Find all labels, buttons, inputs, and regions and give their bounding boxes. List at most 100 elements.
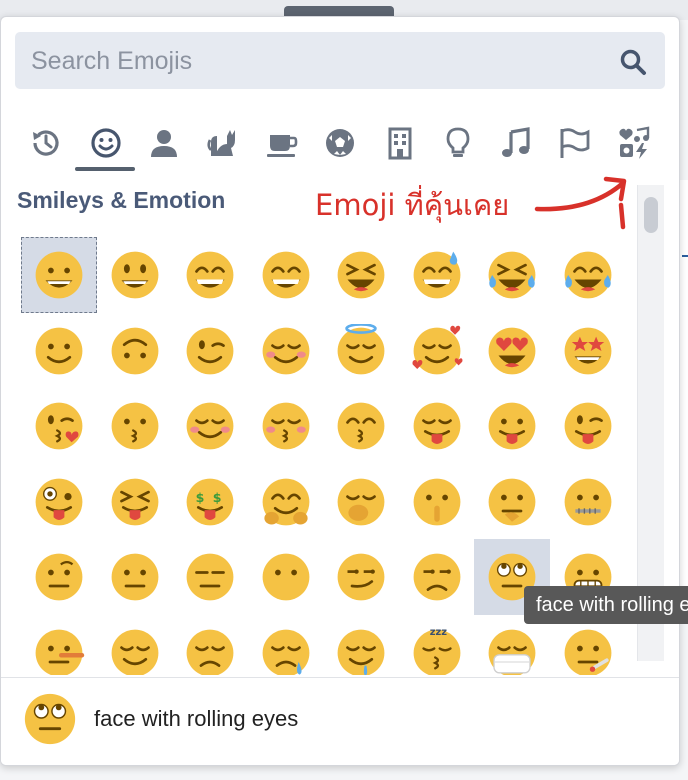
history-icon: [33, 130, 59, 156]
emoji-rofl[interactable]: [474, 237, 550, 313]
heart-eyes-icon: [488, 327, 536, 374]
tab-objects[interactable]: [429, 117, 487, 169]
emoji-grin[interactable]: [248, 237, 324, 313]
kissing-closed-eyes-icon: [262, 402, 309, 450]
emoji-smirk[interactable]: [323, 539, 399, 615]
emoji-stuck-out-tongue[interactable]: [474, 388, 550, 464]
emoji-hugging[interactable]: [248, 464, 324, 540]
section-title: Smileys & Emotion: [17, 187, 226, 213]
tab-custom[interactable]: [605, 117, 663, 169]
smirk-icon: [337, 553, 385, 601]
emoji-expressionless[interactable]: [172, 539, 248, 615]
lightbulb-icon: [446, 127, 470, 157]
emoji-blush[interactable]: [248, 313, 324, 389]
innocent-icon: [337, 323, 385, 374]
emoji-slight-smile[interactable]: [21, 313, 97, 389]
emoji-grinning[interactable]: [21, 237, 97, 313]
joy-icon: [564, 251, 611, 299]
emoji-kissing-smiling-eyes[interactable]: [323, 388, 399, 464]
emoji-kissing-closed-eyes[interactable]: [248, 388, 324, 464]
sleeping-icon: zzz: [413, 627, 460, 675]
scrollbar-thumb[interactable]: [644, 197, 658, 233]
emoji-relieved[interactable]: [97, 615, 173, 675]
tooltip: face with rolling eyes: [524, 586, 688, 624]
emoji-smile[interactable]: [172, 237, 248, 313]
emoji-joy[interactable]: [550, 237, 626, 313]
emoji-wink[interactable]: [172, 313, 248, 389]
emoji-stuck-out-tongue-closed[interactable]: [97, 464, 173, 540]
emoji-neutral[interactable]: [97, 539, 173, 615]
emoji-raised-eyebrow[interactable]: [21, 539, 97, 615]
emoji-sweat-smile[interactable]: [399, 237, 475, 313]
emoji-zany[interactable]: [21, 464, 97, 540]
stuck-out-tongue-wink-icon: [564, 402, 611, 450]
emoji-unamused[interactable]: [399, 539, 475, 615]
emoji-money-mouth[interactable]: $ $: [172, 464, 248, 540]
expressionless-icon: [186, 553, 234, 601]
svg-text:$: $: [196, 490, 205, 505]
emoji-laughing[interactable]: [323, 237, 399, 313]
emoji-hand-over-mouth[interactable]: [323, 464, 399, 540]
emoji-star-struck[interactable]: [550, 313, 626, 389]
zany-icon: [35, 478, 83, 525]
money-mouth-icon: $ $: [186, 478, 234, 525]
flag-icon: [560, 128, 590, 158]
emoji-kissing-heart[interactable]: [21, 388, 97, 464]
tab-symbols[interactable]: [487, 117, 545, 169]
emoji-picker: Smileys & Emotion Emoji ที่คุ้นเคย $$zzz…: [0, 16, 680, 766]
kissing-heart-icon: [35, 402, 83, 450]
tab-animals[interactable]: [193, 117, 251, 169]
relieved-icon: [111, 629, 158, 675]
emoji-shushing[interactable]: [399, 464, 475, 540]
smiling-hearts-icon: [411, 325, 462, 374]
shushing-icon: [413, 478, 460, 525]
search-icon[interactable]: [619, 48, 647, 76]
smiley-icon: [111, 251, 158, 299]
emoji-drooling[interactable]: [323, 615, 399, 675]
slight-smile-icon: [35, 327, 83, 374]
emoji-yum[interactable]: [399, 388, 475, 464]
emoji-thinking[interactable]: [474, 464, 550, 540]
tab-people[interactable]: [135, 117, 193, 169]
preview-bar: face with rolling eyes: [1, 677, 679, 765]
search-bar: [15, 32, 665, 91]
neutral-icon: [111, 553, 158, 601]
music-note-icon: [502, 127, 530, 157]
tab-smileys[interactable]: [77, 117, 135, 169]
emoji-no-mouth[interactable]: [248, 539, 324, 615]
background-panel: [680, 180, 688, 600]
tooltip-text: face with rolling eyes: [536, 593, 688, 616]
custom-emoji-icon: [619, 126, 650, 159]
emoji-upside-down[interactable]: [97, 313, 173, 389]
emoji-pensive[interactable]: [172, 615, 248, 675]
tab-activities[interactable]: [311, 117, 369, 169]
emoji-heart-eyes[interactable]: [474, 313, 550, 389]
emoji-smiley[interactable]: [97, 237, 173, 313]
emoji-sleeping[interactable]: zzz: [399, 615, 475, 675]
thinking-icon: [488, 478, 536, 525]
emoji-innocent[interactable]: [323, 313, 399, 389]
tab-flags[interactable]: [545, 117, 603, 169]
emoji-sleepy[interactable]: [248, 615, 324, 675]
grin-icon: [262, 251, 309, 299]
smile-icon: [186, 251, 234, 299]
emoji-kissing[interactable]: [97, 388, 173, 464]
emoji-stuck-out-tongue-wink[interactable]: [550, 388, 626, 464]
drooling-icon: [337, 629, 385, 675]
emoji-smiling-hearts[interactable]: [399, 313, 475, 389]
person-icon: [151, 130, 177, 157]
smiley-icon: [91, 128, 121, 158]
emoji-lying[interactable]: [21, 615, 97, 675]
tab-recent[interactable]: [17, 117, 75, 169]
sleepy-icon: [262, 629, 309, 675]
emoji-zipper-mouth[interactable]: [550, 464, 626, 540]
preview-emoji-icon: [24, 693, 76, 745]
emoji-relaxed[interactable]: [172, 388, 248, 464]
hugging-icon: [262, 478, 309, 525]
search-input[interactable]: [29, 32, 593, 91]
tab-food[interactable]: [253, 117, 311, 169]
no-mouth-icon: [262, 553, 309, 601]
tab-places[interactable]: [371, 117, 429, 169]
mask-icon: [488, 629, 536, 675]
grinning-icon: [35, 251, 83, 299]
